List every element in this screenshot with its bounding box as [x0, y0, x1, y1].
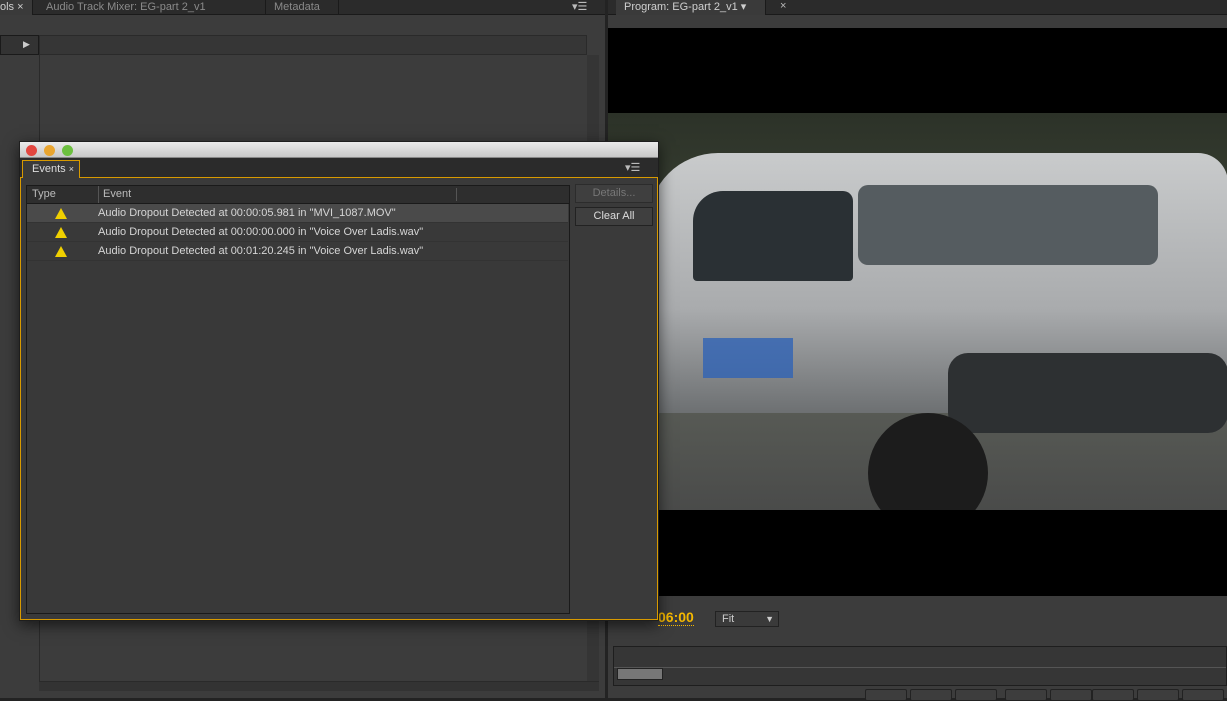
step-forward-button[interactable] — [1137, 689, 1179, 701]
left-tab-bar: ols × Audio Track Mixer: EG-part 2_v1 Me… — [0, 0, 605, 15]
list-header: Type Event — [27, 186, 569, 204]
window-titlebar[interactable] — [20, 142, 658, 158]
event-row[interactable]: Audio Dropout Detected at 00:01:20.245 i… — [27, 242, 568, 261]
events-window: Events × ▾☰ Type Event Audio Dropout Det… — [19, 141, 659, 621]
expand-button[interactable]: ▶ — [0, 35, 39, 55]
zoom-select-value: Fit — [722, 613, 735, 625]
close-window-icon[interactable] — [26, 145, 37, 156]
play-button[interactable] — [1092, 689, 1134, 701]
add-marker-button[interactable] — [955, 689, 997, 701]
event-text: Audio Dropout Detected at 00:00:05.981 i… — [98, 207, 396, 219]
column-event[interactable]: Event — [98, 186, 131, 203]
panel-menu-icon[interactable]: ▾☰ — [625, 161, 640, 174]
right-tab-bar: Program: EG-part 2_v1 ▾ × — [608, 0, 1227, 15]
header-strip — [39, 35, 587, 55]
tab-program-label: Program: EG-part 2_v1 — [624, 1, 738, 13]
clear-all-button[interactable]: Clear All — [575, 207, 653, 226]
event-row[interactable]: Audio Dropout Detected at 00:00:05.981 i… — [27, 204, 568, 223]
zoom-window-icon[interactable] — [62, 145, 73, 156]
step-back-button[interactable] — [1050, 689, 1092, 701]
tab-controls[interactable]: ols × — [0, 0, 33, 15]
events-panel-body: Type Event Audio Dropout Detected at 00:… — [20, 178, 658, 620]
windshield — [858, 185, 1158, 265]
warning-icon — [55, 227, 67, 238]
horizontal-scrollbar[interactable] — [39, 681, 599, 691]
warning-icon — [55, 246, 67, 257]
truck-bumper — [948, 353, 1227, 433]
close-icon[interactable]: × — [780, 0, 786, 12]
truck-window — [693, 191, 853, 281]
tab-events-label: Events — [32, 163, 66, 175]
event-text: Audio Dropout Detected at 00:00:00.000 i… — [98, 226, 424, 238]
zoom-select[interactable]: Fit ▼ — [715, 611, 779, 627]
door-logo — [703, 338, 793, 378]
tab-events[interactable]: Events × — [22, 160, 80, 178]
column-divider — [456, 188, 457, 201]
playhead-timecode[interactable]: 06:00 — [658, 609, 694, 626]
ruler-ticks — [614, 667, 1226, 668]
chevron-right-icon: ▶ — [23, 39, 30, 49]
mark-out-button[interactable] — [910, 689, 952, 701]
time-ruler[interactable] — [613, 646, 1227, 686]
event-text: Audio Dropout Detected at 00:01:20.245 i… — [98, 245, 424, 257]
tab-program[interactable]: Program: EG-part 2_v1 ▾ — [616, 0, 766, 15]
chevron-down-icon: ▼ — [765, 614, 774, 624]
mark-in-button[interactable] — [865, 689, 907, 701]
close-tab-icon[interactable]: × — [69, 164, 74, 174]
events-tab-bar: Events × ▾☰ — [20, 158, 658, 178]
minimize-window-icon[interactable] — [44, 145, 55, 156]
go-to-in-button[interactable] — [1005, 689, 1047, 701]
dropdown-icon[interactable]: ▾ — [741, 1, 747, 13]
video-frame — [608, 113, 1227, 510]
tab-audio-track-mixer[interactable]: Audio Track Mixer: EG-part 2_v1 — [38, 0, 266, 15]
warning-icon — [55, 208, 67, 219]
event-row[interactable]: Audio Dropout Detected at 00:00:00.000 i… — [27, 223, 568, 242]
panel-menu-icon[interactable]: ▾☰ — [572, 0, 587, 13]
go-to-out-button[interactable] — [1182, 689, 1224, 701]
details-button[interactable]: Details... — [575, 184, 653, 203]
events-list[interactable]: Type Event Audio Dropout Detected at 00:… — [26, 185, 570, 614]
tab-metadata[interactable]: Metadata — [266, 0, 339, 15]
zoom-scrollbar-handle[interactable] — [617, 668, 663, 680]
column-type[interactable]: Type — [32, 186, 56, 203]
